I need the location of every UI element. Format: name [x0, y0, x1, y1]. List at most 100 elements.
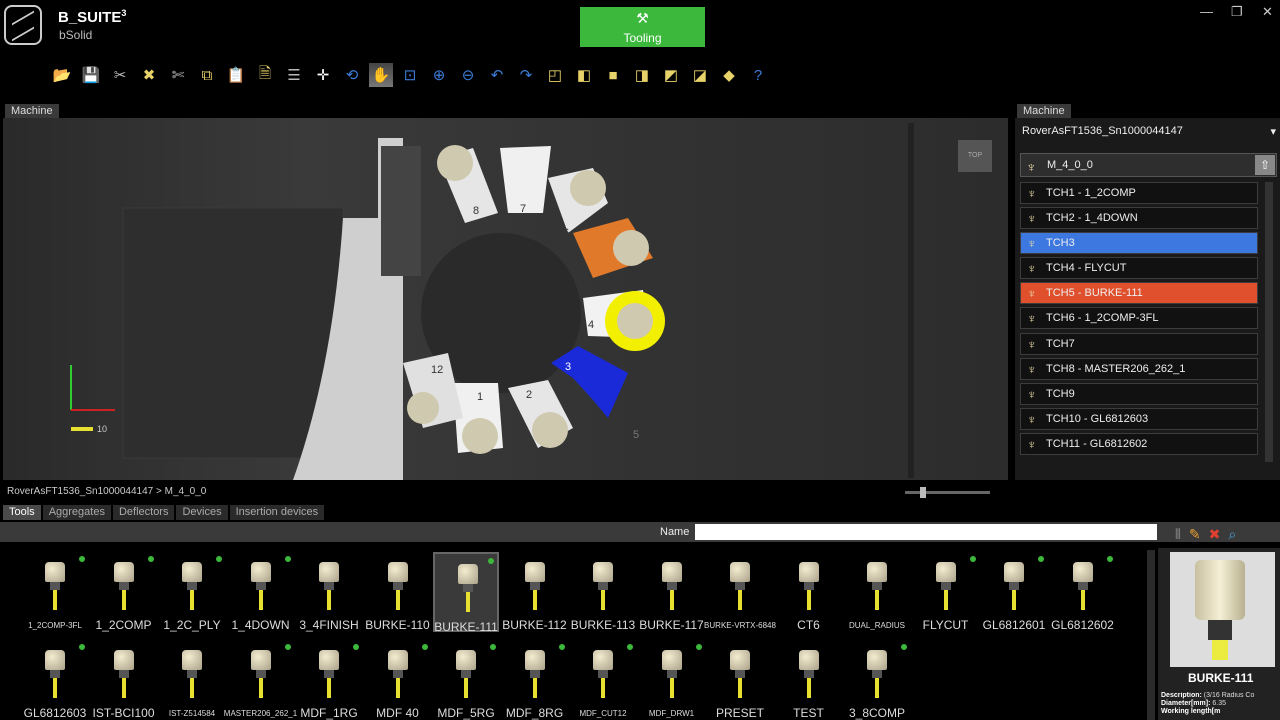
in-use-indicator	[147, 556, 154, 562]
tool-slot-item[interactable]: ♆ TCH11 - GL6812602	[1020, 432, 1258, 455]
library-tool-card[interactable]: GL6812603	[22, 640, 88, 720]
viewport-tab[interactable]: Machine	[5, 104, 59, 119]
view-cube-top[interactable]: TOP	[958, 140, 992, 172]
library-tab[interactable]: Insertion devices	[229, 505, 325, 520]
tool-library-scrollbar[interactable]	[1147, 550, 1155, 720]
tool-slot-item[interactable]: ♆ TCH4 - FLYCUT	[1020, 257, 1258, 280]
name-filter-input[interactable]	[695, 524, 1157, 540]
tool-bit-image	[53, 590, 57, 610]
library-tool-card[interactable]: DUAL_RADIUS	[844, 552, 910, 632]
view-right-icon[interactable]: ◩	[659, 63, 683, 87]
tool-slot-item[interactable]: ♆ TCH9	[1020, 382, 1258, 405]
tool-slot-item[interactable]: ♆ TCH6 - 1_2COMP-3FL	[1020, 307, 1258, 330]
tool-slot-item[interactable]: ♆ TCH3	[1020, 232, 1258, 255]
machine-select[interactable]: RoverAsFT1536_Sn1000044147	[1017, 125, 1279, 142]
tool-slot-item[interactable]: ♆ TCH8 - MASTER206_262_1	[1020, 357, 1258, 380]
tool-slot-item[interactable]: ♆ TCH10 - GL6812603	[1020, 407, 1258, 430]
library-tab[interactable]: Deflectors	[112, 505, 175, 520]
close-button[interactable]: ✕	[1262, 4, 1273, 20]
library-tool-card[interactable]: GL6812601	[981, 552, 1047, 632]
minimize-button[interactable]: —	[1200, 4, 1213, 19]
view-front-icon[interactable]: ◧	[572, 63, 596, 87]
tool-filter-icon[interactable]: ⫴	[1175, 526, 1181, 543]
rotate-icon[interactable]: ⟲	[340, 63, 364, 87]
zoom-slider[interactable]	[905, 491, 990, 494]
library-tool-card[interactable]: BURKE-VRTX-6848	[704, 552, 776, 632]
library-tool-card[interactable]: CT6	[776, 552, 842, 632]
tool-slot-item[interactable]: ♆ TCH7	[1020, 332, 1258, 355]
redo-icon[interactable]: ↷	[514, 63, 538, 87]
maximize-button[interactable]: ❐	[1231, 4, 1243, 20]
tool-slot-item[interactable]: ♆ TCH5 - BURKE-111	[1020, 282, 1258, 305]
library-tool-card[interactable]: 1_2C_PLY	[159, 552, 225, 632]
edit-pencil-icon[interactable]: ✎	[1189, 526, 1201, 543]
head-label: M_4_0_0	[1047, 159, 1093, 171]
open-folder-icon[interactable]: 📂	[50, 63, 74, 87]
view-bottom-icon[interactable]: ◆	[717, 63, 741, 87]
tooling-mode-button[interactable]: ⚒ Tooling	[580, 7, 705, 47]
library-tool-card[interactable]: BURKE-117	[639, 552, 705, 632]
library-tab[interactable]: Aggregates	[42, 505, 111, 520]
library-tool-card[interactable]: 1_2COMP	[91, 552, 157, 632]
machine-viewport[interactable]: 1 2 3 4 5 6 7 8 12 10 TOP	[3, 118, 1008, 480]
library-tool-card[interactable]: MASTER206_262_1	[224, 640, 297, 720]
paste-icon[interactable]: 📋	[224, 63, 248, 87]
head-row[interactable]: ♆ M_4_0_0 ⇧	[1020, 153, 1277, 177]
preview-bit	[1212, 640, 1228, 660]
library-tool-card[interactable]: MDF_1RG	[296, 640, 362, 720]
view-iso-icon[interactable]: ◰	[543, 63, 567, 87]
view-top-icon[interactable]: ■	[601, 63, 625, 87]
tool-bit-image	[875, 590, 879, 610]
library-tool-card[interactable]: BURKE-110	[365, 552, 431, 632]
tool-list-scrollbar[interactable]	[1265, 182, 1273, 462]
tool-slot-item[interactable]: ♆ TCH2 - 1_4DOWN	[1020, 207, 1258, 230]
help-icon[interactable]: ?	[746, 63, 770, 87]
library-tool-card[interactable]: 3_4FINISH	[296, 552, 362, 632]
library-tab[interactable]: Tools	[3, 505, 41, 520]
library-tool-card[interactable]: MDF_8RG	[502, 640, 568, 720]
search-icon[interactable]: ⌕	[1228, 526, 1236, 543]
library-tool-card[interactable]: MDF_5RG	[433, 640, 499, 720]
delete-tool-icon[interactable]: ✖	[137, 63, 161, 87]
library-tool-card[interactable]: IST-Z514584	[159, 640, 225, 720]
cut-icon[interactable]: ✄	[166, 63, 190, 87]
view-left-icon[interactable]: ◨	[630, 63, 654, 87]
tool-slot-item[interactable]: ♆ TCH1 - 1_2COMP	[1020, 182, 1258, 204]
library-tool-card[interactable]: 1_4DOWN	[228, 552, 294, 632]
library-tool-card[interactable]: 3_8COMP	[844, 640, 910, 720]
save-icon[interactable]: 💾	[79, 63, 103, 87]
view-back-icon[interactable]: ◪	[688, 63, 712, 87]
library-tool-label: GL6812603	[23, 706, 87, 720]
zoom-slider-handle[interactable]	[920, 487, 926, 498]
copy-icon[interactable]: ⧉	[195, 63, 219, 87]
tool-bit-image	[1012, 590, 1016, 610]
machine-panel-tab[interactable]: Machine	[1017, 104, 1071, 119]
library-tool-card[interactable]: MDF 40	[365, 640, 431, 720]
library-tool-card[interactable]: BURKE-112	[502, 552, 568, 632]
undo-icon[interactable]: ↶	[485, 63, 509, 87]
library-tab[interactable]: Devices	[176, 505, 228, 520]
library-tool-card[interactable]: 1_2COMP-3FL	[22, 552, 88, 632]
library-tool-card[interactable]: FLYCUT	[913, 552, 979, 632]
pan-hand-icon[interactable]: ✋	[369, 63, 393, 87]
list-icon[interactable]: ☰	[282, 63, 306, 87]
zoom-out-icon[interactable]: ⊖	[456, 63, 480, 87]
library-tool-card[interactable]: IST-BCI100	[91, 640, 157, 720]
delete-tool-library-icon[interactable]: ✖	[1209, 526, 1221, 543]
library-tool-card[interactable]: BURKE-113	[570, 552, 636, 632]
library-tool-label: IST-Z514584	[168, 709, 216, 718]
tool-neck-image	[463, 584, 473, 592]
crosshair-icon[interactable]: ✛	[311, 63, 335, 87]
library-tool-card[interactable]: MDF_DRW1	[639, 640, 705, 720]
library-tool-card[interactable]: MDF_CUT12	[570, 640, 636, 720]
properties-icon[interactable]: 🗎	[253, 63, 277, 87]
library-tool-card[interactable]: PRESET	[707, 640, 773, 720]
library-tool-card[interactable]: BURKE-111	[433, 552, 499, 634]
remove-tool-icon[interactable]: ✂	[108, 63, 132, 87]
zoom-window-icon[interactable]: ⊡	[398, 63, 422, 87]
library-tool-card[interactable]: GL6812602	[1050, 552, 1116, 632]
library-tool-card[interactable]: TEST	[776, 640, 842, 720]
up-arrow-icon[interactable]: ⇧	[1255, 155, 1275, 175]
zoom-in-icon[interactable]: ⊕	[427, 63, 451, 87]
library-tool-label: 1_4DOWN	[231, 618, 290, 632]
